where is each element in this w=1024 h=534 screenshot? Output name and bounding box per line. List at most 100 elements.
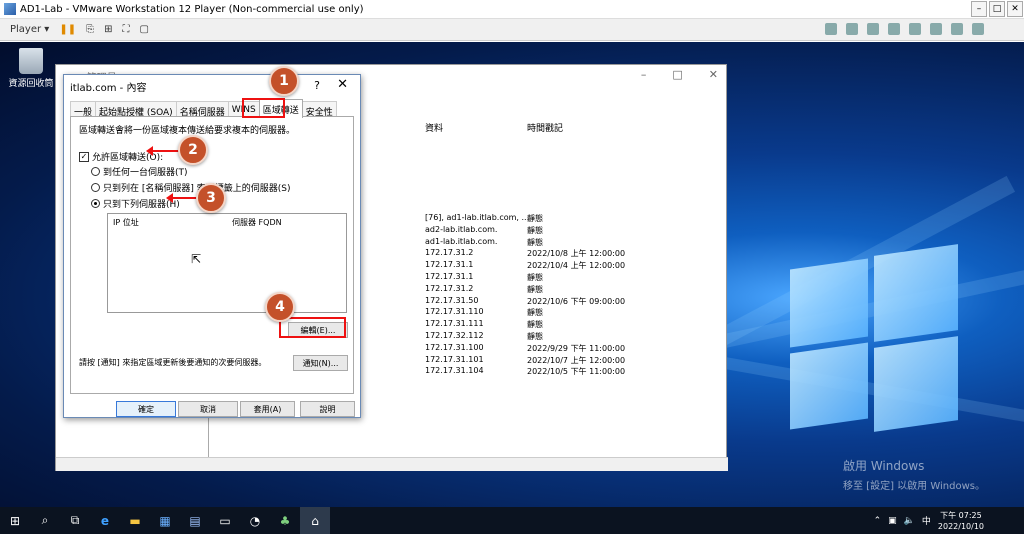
dns-close-button[interactable]: ✕: [709, 68, 718, 81]
start-button-icon[interactable]: ⊞: [0, 507, 30, 534]
guest-desktop: 資源回收筒 DNS 管理員 – □ ✕ 資料 時間戳記 伺服器 (SOA)[76…: [0, 42, 1024, 507]
apply-button[interactable]: 套用(A): [240, 401, 295, 417]
input-method-indicator[interactable]: 中: [922, 514, 931, 527]
fullscreen-icon[interactable]: ⛶: [122, 24, 129, 35]
volume-icon[interactable]: 🔈: [904, 516, 915, 526]
server-manager-icon[interactable]: ▦: [150, 507, 180, 534]
administrative-tools-icon[interactable]: ▤: [180, 507, 210, 534]
notify-button[interactable]: 通知(N)...: [293, 355, 348, 371]
radio-button[interactable]: [91, 167, 100, 176]
cell-data: 172.17.31.110: [425, 307, 484, 317]
checkbox-box[interactable]: ✓: [79, 151, 89, 162]
cell-data: 172.17.32.112: [425, 331, 484, 340]
pause-icon[interactable]: ❚❚: [59, 24, 76, 35]
window-icon[interactable]: ▢: [139, 24, 148, 35]
callout-badge-2: 2: [178, 135, 208, 165]
ok-button[interactable]: 確定: [116, 401, 176, 417]
unity-icon[interactable]: ⊞: [104, 24, 112, 35]
tab-name-servers[interactable]: 名稱伺服器: [175, 101, 229, 118]
cell-ts: 靜態: [527, 273, 543, 282]
cell-ts: 靜態: [527, 225, 543, 235]
device-message-icon[interactable]: [972, 23, 984, 35]
radio-name-servers-only[interactable]: 只到列在 [名稱伺服器] 索引標籤上的伺服器(S): [91, 181, 290, 194]
callout-badge-4: 4: [265, 292, 295, 322]
cell-ts: 2022/10/6 下午 09:00:00: [527, 296, 626, 306]
system-tray: ⌃ ▣ 🔈 中 下午 07:25 2022/10/10: [874, 507, 984, 534]
server-list[interactable]: IP 位址 伺服器 FQDN ⇱: [107, 213, 347, 313]
player-menu[interactable]: Player ▾: [10, 24, 49, 35]
cell-data: 172.17.31.50: [425, 295, 479, 305]
help-button[interactable]: 說明: [300, 401, 355, 417]
cell-ts: 2022/10/8 上午 12:00:00: [527, 249, 626, 259]
zone-properties-dialog: itlab.com - 內容 ? ✕ 一般 起始點授權 (SOA) 名稱伺服器 …: [63, 74, 361, 418]
cell-ts: 靜態: [527, 284, 543, 294]
cell-ts: 2022/10/5 下午 11:00:00: [527, 367, 626, 377]
device-printer-icon[interactable]: [825, 23, 837, 35]
cancel-button[interactable]: 取消: [178, 401, 238, 417]
activation-title: 啟用 Windows: [843, 459, 925, 473]
device-display-icon[interactable]: [930, 23, 942, 35]
device-hdd-icon[interactable]: [951, 23, 963, 35]
event-viewer-icon[interactable]: ◔: [240, 507, 270, 534]
highlight-zone-transfers-tab: [242, 98, 285, 118]
radio-button-selected[interactable]: [91, 199, 100, 208]
cell-ts: 靜態: [527, 320, 543, 330]
cell-ts: 靜態: [527, 332, 543, 341]
command-prompt-icon[interactable]: ▭: [210, 507, 240, 534]
send-ctrl-alt-del-icon[interactable]: ⎘: [86, 24, 94, 35]
highlight-edit-button: [279, 317, 346, 338]
tab-general[interactable]: 一般: [70, 101, 97, 118]
device-sound-icon[interactable]: [909, 23, 921, 35]
column-header-data[interactable]: 資料: [425, 121, 443, 139]
tree-icon[interactable]: ♣: [270, 507, 300, 534]
vmware-window-title: AD1-Lab - VMware Workstation 12 Player (…: [20, 3, 364, 15]
tab-security[interactable]: 安全性: [301, 101, 337, 118]
dns-minimize-button[interactable]: –: [641, 68, 647, 81]
column-header-timestamp[interactable]: 時間戳記: [527, 121, 563, 139]
search-icon[interactable]: ⌕: [30, 507, 60, 534]
cell-ts: 靜態: [527, 308, 543, 318]
cell-data: ad2-lab.itlab.com.: [425, 224, 498, 234]
cell-data: 172.17.31.2: [425, 283, 474, 293]
windows-logo-wallpaper: [790, 242, 960, 432]
file-explorer-icon[interactable]: ▬: [120, 507, 150, 534]
cell-data: [76], ad1-lab.itlab.com, ...: [425, 213, 530, 222]
internet-explorer-icon[interactable]: e: [90, 507, 120, 534]
dns-manager-taskbar-icon[interactable]: ⌂: [300, 507, 330, 534]
horizontal-scrollbar[interactable]: [56, 457, 728, 471]
cell-data: 172.17.31.100: [425, 342, 484, 352]
device-usb-icon[interactable]: [888, 23, 900, 35]
callout-badge-1: 1: [269, 66, 299, 96]
radio-any-server[interactable]: 到任何一台伺服器(T): [91, 165, 188, 178]
minimize-button[interactable]: –: [971, 1, 987, 17]
device-network-icon[interactable]: [867, 23, 879, 35]
cell-data: ad1-lab.itlab.com.: [425, 236, 498, 246]
network-icon[interactable]: ▣: [888, 516, 897, 526]
maximize-button[interactable]: □: [989, 1, 1005, 17]
zone-transfers-pane: 區域轉送會將一份區域複本傳送給要求複本的伺服器。 ✓ 允許區域轉送(O): 到任…: [70, 116, 354, 394]
tab-soa[interactable]: 起始點授權 (SOA): [95, 101, 177, 118]
recycle-bin[interactable]: 資源回收筒: [6, 48, 56, 89]
dialog-close-button[interactable]: ✕: [337, 77, 348, 92]
cell-data: 172.17.31.1: [425, 272, 474, 281]
dialog-title: itlab.com - 內容: [70, 82, 147, 94]
column-ip-address: IP 位址: [113, 218, 139, 227]
task-view-icon[interactable]: ⧉: [60, 507, 90, 534]
clock[interactable]: 下午 07:25 2022/10/10: [938, 510, 984, 532]
windows-activation-watermark: 啟用 Windows 移至 [設定] 以啟用 Windows。: [843, 457, 985, 492]
tray-chevron-icon[interactable]: ⌃: [874, 516, 882, 526]
recycle-bin-icon: [19, 48, 43, 74]
cell-data: 172.17.31.101: [425, 354, 484, 364]
mouse-cursor-icon: ⇱: [191, 252, 202, 266]
radio-button[interactable]: [91, 183, 100, 192]
zone-transfer-description: 區域轉送會將一份區域複本傳送給要求複本的伺服器。: [79, 126, 296, 136]
cell-data: 172.17.31.104: [425, 366, 484, 376]
cell-data: 172.17.31.2: [425, 248, 474, 258]
device-disk-icon[interactable]: [846, 23, 858, 35]
help-icon[interactable]: ?: [314, 79, 320, 92]
cell-ts: 靜態: [527, 214, 543, 223]
cell-ts: 2022/10/4 上午 12:00:00: [527, 261, 626, 271]
dialog-tabs: 一般 起始點授權 (SOA) 名稱伺服器 WINS 區域轉送 安全性: [70, 99, 337, 118]
close-button[interactable]: ✕: [1007, 1, 1023, 17]
dns-maximize-button[interactable]: □: [672, 68, 682, 81]
